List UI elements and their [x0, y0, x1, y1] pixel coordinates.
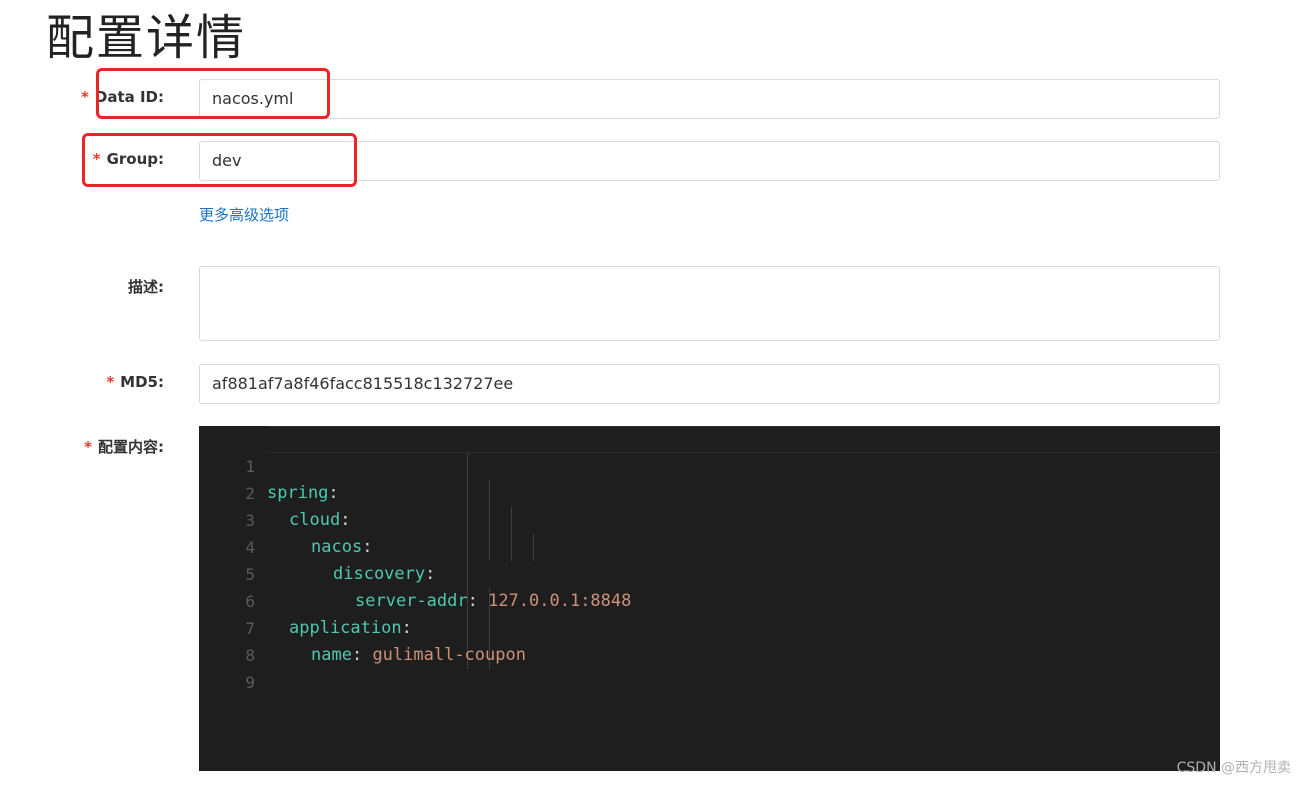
code-line: 5 server-addr: 127.0.0.1:8848 — [199, 534, 1220, 611]
data-id-label: * Data ID: — [81, 88, 164, 106]
description-label: 描述: — [128, 278, 164, 296]
description-textarea[interactable] — [199, 266, 1220, 341]
watermark: CSDN @西方甩卖 — [1176, 760, 1291, 776]
code-line: 3 nacos: — [199, 480, 1220, 557]
code-line: 8 — [199, 615, 1220, 665]
md5-label: * MD5: — [106, 373, 164, 391]
required-mark: * — [84, 438, 92, 456]
required-mark: * — [81, 88, 89, 106]
code-line: 7 name: gulimall-coupon — [199, 588, 1220, 665]
content-label: * 配置内容: — [84, 438, 164, 456]
code-editor[interactable]: 1 spring: 2 cloud: 3 nacos: 4 discovery:… — [199, 426, 1220, 771]
md5-field[interactable]: af881af7a8f46facc815518c132727ee — [199, 364, 1220, 404]
code-line: 9 — [199, 642, 1220, 692]
line-number: 9 — [245, 673, 255, 692]
advanced-options-link[interactable]: 更多高级选项 — [199, 204, 289, 225]
data-id-field[interactable]: nacos.yml — [199, 79, 1220, 119]
code-line: 2 cloud: — [199, 453, 1220, 530]
group-field[interactable]: dev — [199, 141, 1220, 181]
page-title: 配置详情 — [46, 10, 247, 66]
required-mark: * — [92, 150, 101, 168]
group-label: * Group: — [92, 150, 164, 168]
code-line: 6 application: — [199, 561, 1220, 638]
required-mark: * — [106, 373, 115, 391]
code-line: 4 discovery: — [199, 507, 1220, 584]
code-line: 1 spring: — [199, 426, 1220, 503]
config-detail-page: 配置详情 * Data ID: nacos.yml * Group: dev 更多高… — [0, 0, 1307, 785]
